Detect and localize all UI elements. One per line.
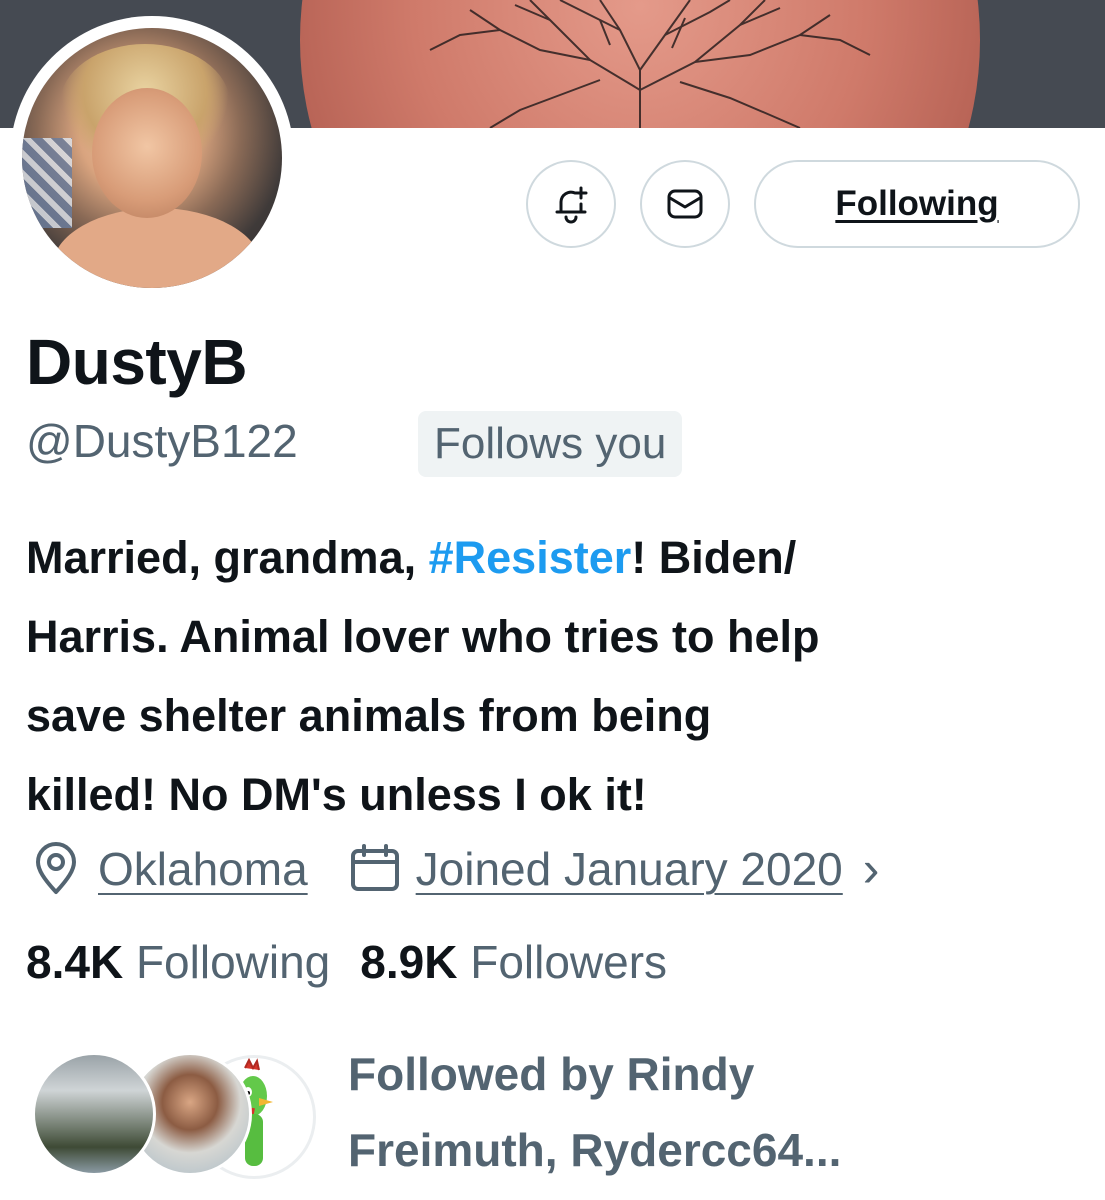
follows-you-badge: Follows you <box>418 411 683 477</box>
following-label: Following <box>135 936 331 988</box>
followers-stat[interactable]: 8.9K Followers <box>360 936 667 988</box>
profile-bio: Married, grandma, #Resister! Biden/ Harr… <box>26 518 1096 834</box>
display-name: DustyB <box>26 326 248 398</box>
message-button[interactable] <box>640 160 730 248</box>
user-handle: @DustyB122 <box>26 415 298 467</box>
following-stat[interactable]: 8.4K Following <box>26 936 330 988</box>
follower-avatar-clouds[interactable] <box>32 1052 156 1176</box>
bio-line-4: killed! No DM's unless I ok it! <box>26 769 647 820</box>
hashtag-link[interactable]: #Resister <box>429 532 632 583</box>
bio-line-1: Married, grandma, #Resister! Biden/ <box>26 518 1096 597</box>
bio-text: ! Biden/ <box>631 532 797 583</box>
bio-line-3: save shelter animals from being <box>26 690 712 741</box>
followers-label: Followers <box>470 936 668 988</box>
avatar-photo <box>22 28 282 288</box>
profile-meta: Oklahoma Joined January 2020 › <box>28 836 879 902</box>
avatar-face <box>92 88 202 218</box>
followed-by-line-2: Freimuth, Rydercc64... <box>348 1124 842 1176</box>
following-button[interactable]: Following <box>754 160 1080 248</box>
followers-count: 8.9K <box>360 936 458 988</box>
notifications-button[interactable] <box>526 160 616 248</box>
location-text[interactable]: Oklahoma <box>98 842 308 896</box>
chevron-right-icon[interactable]: › <box>863 840 880 898</box>
bio-line-2: Harris. Animal lover who tries to help <box>26 611 820 662</box>
location-item[interactable]: Oklahoma <box>28 841 308 897</box>
bio-text: Married, grandma, <box>26 532 429 583</box>
avatar-shoulders <box>52 208 262 288</box>
calendar-icon <box>350 844 399 891</box>
bell-plus-icon <box>555 186 588 224</box>
profile-avatar[interactable] <box>10 16 294 300</box>
followed-by-text[interactable]: Followed by Rindy Freimuth, Rydercc64... <box>348 1036 948 1188</box>
envelope-icon <box>667 189 703 219</box>
follow-stats: 8.4K Following 8.9K Followers <box>26 935 667 989</box>
avatar-background-blanket <box>22 138 72 228</box>
joined-date-text[interactable]: Joined January 2020 <box>416 842 843 896</box>
joined-item[interactable]: Joined January 2020 › <box>348 840 880 898</box>
followed-by-line-1: Followed by Rindy <box>348 1048 755 1100</box>
map-pin-icon <box>36 842 76 894</box>
banner-tree-silhouette <box>429 0 871 128</box>
following-count: 8.4K <box>26 936 124 988</box>
